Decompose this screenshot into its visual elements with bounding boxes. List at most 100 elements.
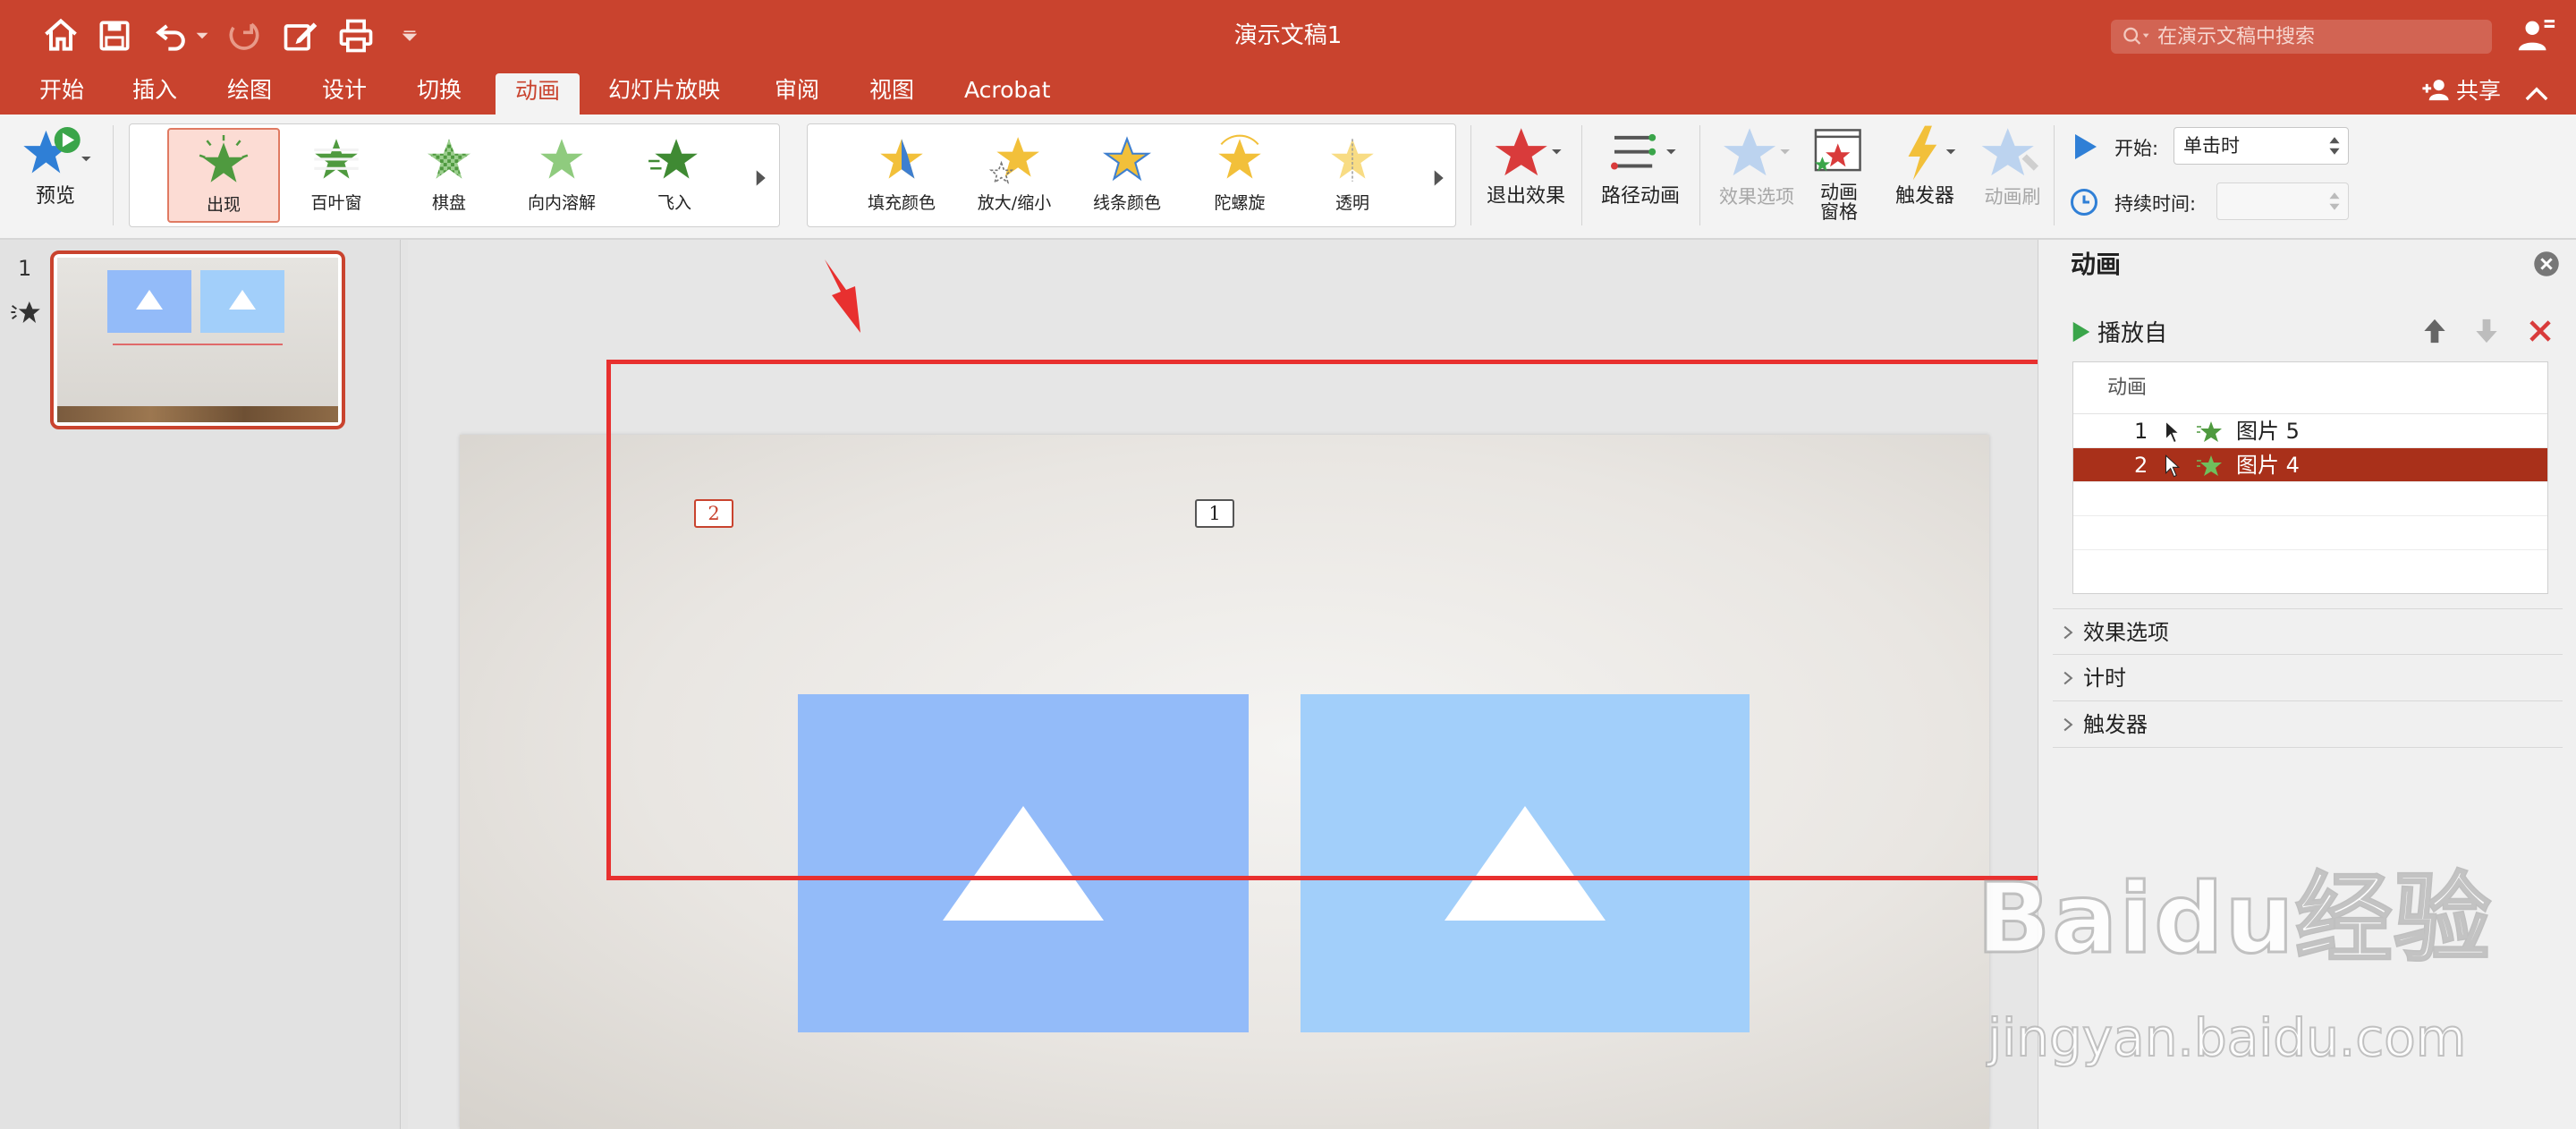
grow-shrink-star-icon bbox=[988, 137, 1039, 184]
lightning-icon bbox=[1908, 125, 1956, 181]
fly-in-star-icon bbox=[648, 139, 698, 179]
tab-home[interactable]: 开始 bbox=[34, 72, 89, 115]
tab-insert[interactable]: 插入 bbox=[127, 72, 182, 115]
animation-painter-button[interactable]: 动画刷 bbox=[1970, 123, 2055, 208]
animation-list-item[interactable]: 1 图片 5 bbox=[2073, 414, 2547, 448]
play-from-label: 播放自 bbox=[2097, 320, 2168, 347]
start-select-value: 单击时 bbox=[2183, 135, 2240, 157]
preview-label: 预览 bbox=[35, 185, 75, 208]
undo-dropdown-icon[interactable] bbox=[195, 29, 209, 43]
move-down-icon[interactable] bbox=[2473, 317, 2500, 345]
effect-options-button[interactable]: 效果选项 bbox=[1710, 123, 1803, 208]
move-up-icon[interactable] bbox=[2421, 317, 2448, 345]
animation-list-item-selected[interactable]: 2 图片 4 bbox=[2073, 448, 2547, 482]
chevron-right-icon bbox=[2062, 610, 2074, 640]
updown-arrows-icon bbox=[2328, 133, 2341, 158]
print-icon[interactable] bbox=[336, 16, 376, 55]
share-button[interactable]: 共享 bbox=[2420, 73, 2501, 113]
animation-order-tag[interactable]: 2 bbox=[694, 499, 733, 528]
save-icon[interactable] bbox=[95, 16, 134, 55]
document-title: 演示文稿1 bbox=[1233, 22, 1343, 49]
fill-color-star-icon bbox=[880, 139, 923, 179]
animation-pane: 动画 播放自 动画 1 图片 5 2 图片 4 效果选项 计时 触发器 bbox=[2038, 240, 2576, 1129]
animation-indicator-icon bbox=[9, 299, 41, 326]
animation-target-name: 图片 5 bbox=[2236, 419, 2300, 444]
menu-bar: 开始 插入 绘图 设计 切换 动画 幻灯片放映 审阅 视图 Acrobat 共享 bbox=[0, 72, 2576, 116]
effect-transparency[interactable]: 透明 bbox=[1296, 128, 1409, 223]
animation-order-tag[interactable]: 1 bbox=[1195, 499, 1234, 528]
effect-options-section[interactable]: 效果选项 bbox=[2053, 608, 2563, 655]
animation-pane-title: 动画 bbox=[2071, 250, 2122, 279]
tab-view[interactable]: 视图 bbox=[864, 72, 919, 115]
spin-star-icon bbox=[1218, 134, 1261, 179]
share-label: 共享 bbox=[2456, 78, 2502, 104]
animation-pane-button[interactable]: 动画 窗格 bbox=[1805, 123, 1873, 222]
search-input[interactable] bbox=[2157, 20, 2488, 54]
ribbon: 预览 出现 百叶窗 棋盘 向内溶解 飞入 填充颜色 放大/缩小 线条颜色 陀螺旋… bbox=[0, 115, 2576, 240]
effect-spin[interactable]: 陀螺旋 bbox=[1183, 128, 1296, 223]
preview-star-icon bbox=[23, 126, 91, 174]
exit-effects-button[interactable]: 退出效果 bbox=[1481, 123, 1571, 208]
animation-pane-icon bbox=[1814, 129, 1861, 172]
play-triangle-icon bbox=[2073, 132, 2098, 161]
add-person-icon bbox=[2420, 77, 2451, 102]
appear-effect-icon bbox=[2197, 454, 2224, 479]
exit-star-icon bbox=[1495, 128, 1562, 176]
effect-appear[interactable]: 出现 bbox=[167, 128, 280, 223]
tab-draw[interactable]: 绘图 bbox=[222, 72, 277, 115]
play-icon bbox=[2071, 320, 2092, 344]
close-icon[interactable] bbox=[2533, 250, 2560, 277]
gallery-more-icon[interactable] bbox=[752, 169, 768, 187]
blinds-star-icon bbox=[314, 139, 359, 179]
on-click-icon bbox=[2163, 420, 2181, 444]
tab-animations[interactable]: 动画 bbox=[496, 73, 580, 116]
effect-line-color[interactable]: 线条颜色 bbox=[1071, 128, 1183, 223]
gallery-more-icon[interactable] bbox=[1430, 169, 1446, 187]
tab-slideshow[interactable]: 幻灯片放映 bbox=[603, 72, 725, 115]
dissolve-star-icon bbox=[540, 139, 583, 179]
effect-fill-color[interactable]: 填充颜色 bbox=[845, 128, 958, 223]
tab-acrobat[interactable]: Acrobat bbox=[959, 72, 1055, 115]
emphasis-effects-gallery: 填充颜色 放大/缩小 线条颜色 陀螺旋 透明 bbox=[807, 123, 1456, 227]
effect-grow-shrink[interactable]: 放大/缩小 bbox=[958, 128, 1071, 223]
path-animation-button[interactable]: 路径动画 bbox=[1592, 123, 1689, 208]
triggers-section[interactable]: 触发器 bbox=[2053, 701, 2563, 748]
tab-design[interactable]: 设计 bbox=[317, 72, 372, 115]
picture-5[interactable] bbox=[1301, 694, 1750, 1032]
slide-thumbnail-1[interactable] bbox=[50, 250, 345, 429]
trigger-button[interactable]: 触发器 bbox=[1882, 123, 1968, 208]
animation-pane-label-1: 动画 bbox=[1820, 182, 1858, 203]
effect-options-star-icon bbox=[1724, 128, 1790, 176]
timing-section[interactable]: 计时 bbox=[2053, 655, 2563, 701]
slide-number: 1 bbox=[18, 256, 32, 281]
redo-icon[interactable] bbox=[224, 16, 263, 55]
tab-transitions[interactable]: 切换 bbox=[411, 72, 467, 115]
animation-pane-label-2: 窗格 bbox=[1820, 201, 1858, 223]
duration-input[interactable] bbox=[2216, 183, 2349, 220]
search-box[interactable] bbox=[2111, 20, 2492, 54]
picture-4[interactable] bbox=[798, 694, 1249, 1032]
preview-button[interactable]: 预览 bbox=[13, 123, 98, 208]
effect-fly-in[interactable]: 飞入 bbox=[618, 128, 731, 223]
checkerboard-star-icon bbox=[428, 139, 470, 179]
collapse-ribbon-icon[interactable] bbox=[2524, 82, 2549, 104]
edit-icon[interactable] bbox=[281, 16, 320, 55]
animation-list: 动画 1 图片 5 2 图片 4 bbox=[2072, 361, 2548, 594]
effect-dissolve-in[interactable]: 向内溶解 bbox=[505, 128, 618, 223]
painter-star-icon bbox=[1981, 128, 2039, 176]
annotation-arrow bbox=[825, 259, 860, 333]
home-icon[interactable] bbox=[41, 16, 80, 55]
start-select[interactable]: 单击时 bbox=[2174, 127, 2349, 165]
play-from-button[interactable]: 播放自 bbox=[2071, 315, 2167, 348]
undo-icon[interactable] bbox=[152, 16, 191, 55]
chevron-right-icon bbox=[2062, 702, 2074, 732]
account-icon[interactable] bbox=[2515, 14, 2556, 55]
effect-checkerboard[interactable]: 棋盘 bbox=[393, 128, 505, 223]
effect-blinds[interactable]: 百叶窗 bbox=[280, 128, 393, 223]
triangle-shape bbox=[1445, 806, 1606, 921]
title-bar: 演示文稿1 bbox=[0, 0, 2576, 72]
start-label: 开始: bbox=[2114, 138, 2159, 159]
customize-toolbar-icon[interactable] bbox=[402, 29, 418, 43]
tab-review[interactable]: 审阅 bbox=[769, 72, 825, 115]
delete-animation-icon[interactable] bbox=[2527, 317, 2554, 345]
